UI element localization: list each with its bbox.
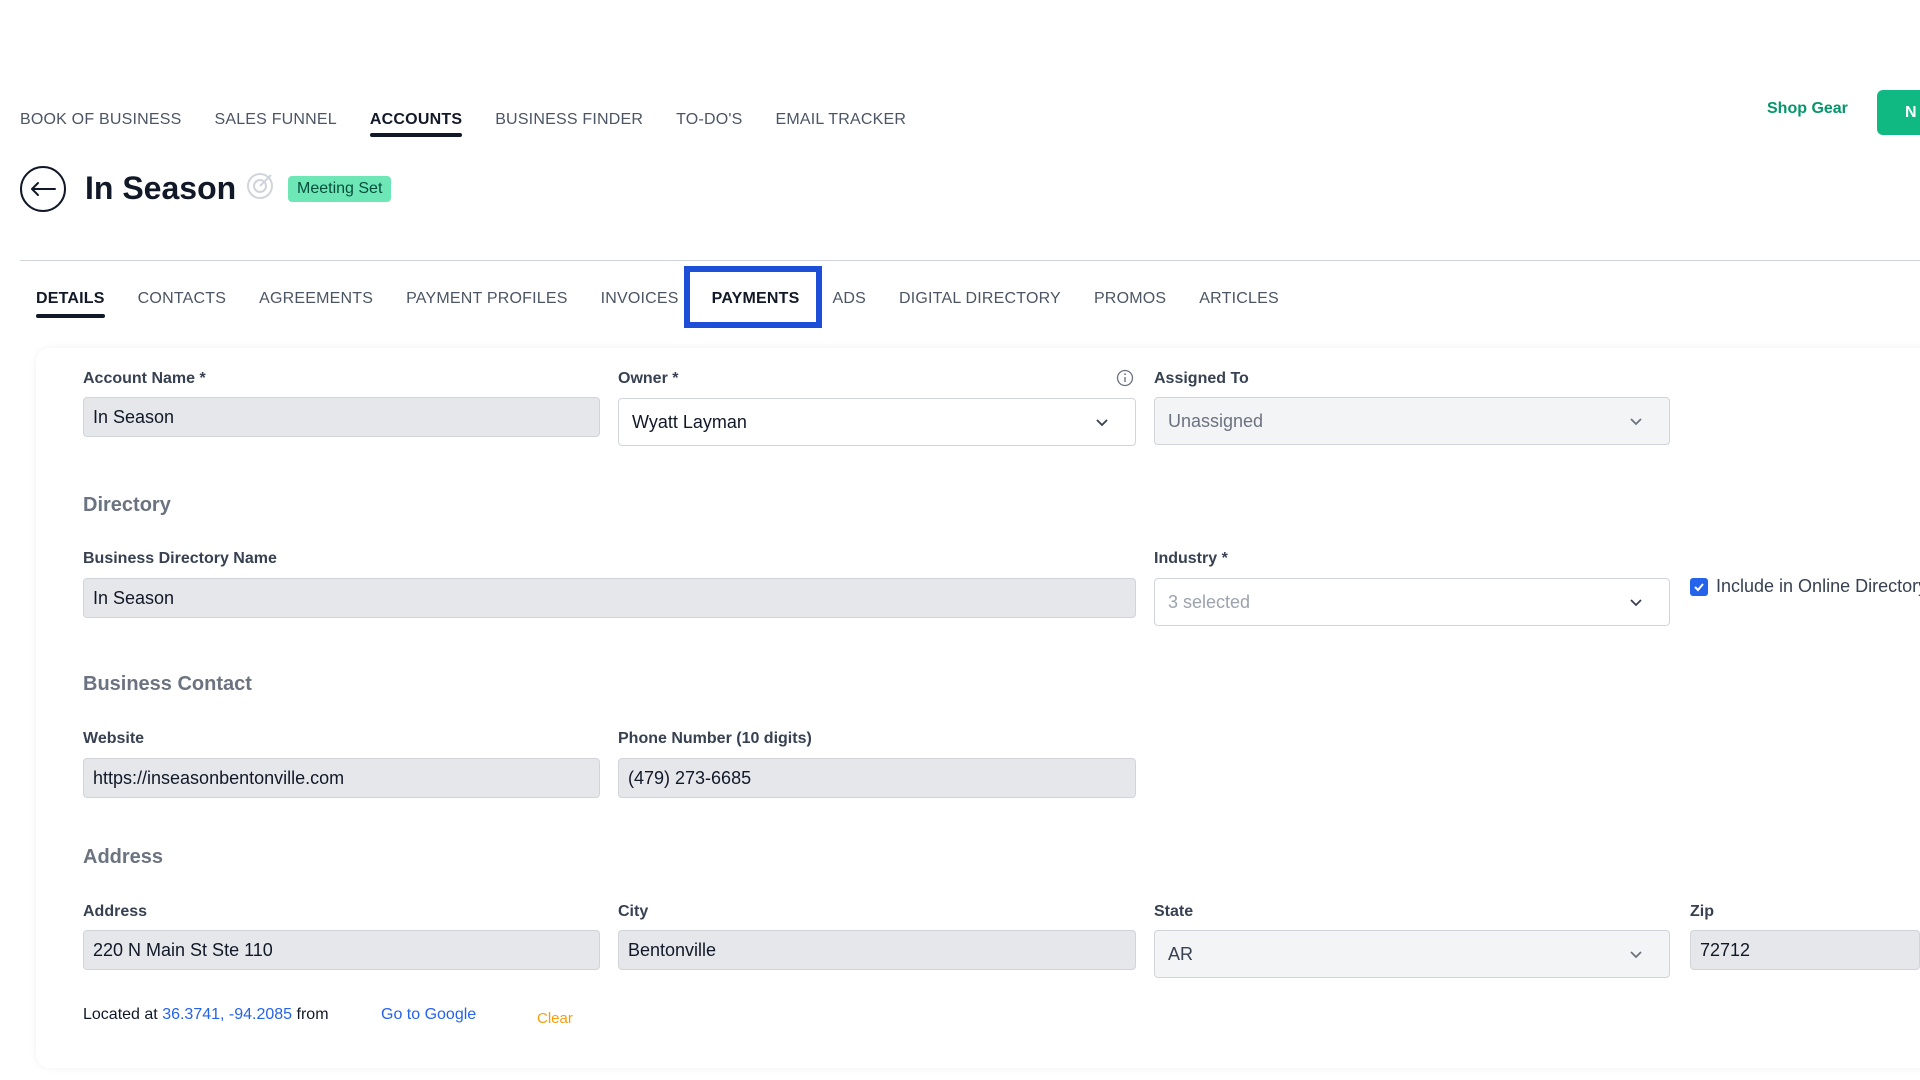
city-field[interactable]: Bentonville (618, 930, 1136, 970)
located-prefix: Located at (83, 1006, 158, 1023)
account-title: In Season (85, 170, 237, 206)
payments-tab-highlight (684, 266, 822, 328)
state-value: AR (1168, 943, 1194, 964)
arrow-left-icon (31, 182, 56, 196)
account-name-field[interactable]: In Season (83, 397, 600, 437)
tab-articles[interactable]: ARTICLES (1193, 280, 1285, 318)
chevron-down-icon (1630, 599, 1642, 607)
phone-label: Phone Number (10 digits) (618, 730, 812, 747)
new-button[interactable]: N (1877, 90, 1920, 135)
address-field[interactable]: 220 N Main St Ste 110 (83, 930, 600, 970)
owner-select[interactable]: Wyatt Layman (618, 398, 1136, 446)
shop-gear-link[interactable]: Shop Gear (1767, 100, 1848, 118)
tab-payment-profiles[interactable]: PAYMENT PROFILES (400, 280, 573, 318)
industry-label: Industry * (1154, 550, 1228, 567)
assigned-to-value: Unassigned (1168, 410, 1264, 431)
business-contact-heading: Business Contact (83, 673, 252, 695)
state-label: State (1154, 903, 1194, 920)
coordinates-link[interactable]: 36.3741, -94.2085 (162, 1006, 292, 1023)
zip-field[interactable]: 72712 (1690, 930, 1920, 970)
account-tabs: DETAILS CONTACTS AGREEMENTS PAYMENT PROF… (30, 280, 1306, 318)
tab-contacts[interactable]: CONTACTS (132, 280, 232, 318)
tab-ads[interactable]: ADS (826, 280, 872, 318)
chevron-down-icon (1630, 418, 1642, 426)
account-name-label: Account Name * (83, 370, 206, 387)
business-directory-name-field[interactable]: In Season (83, 578, 1136, 618)
city-label: City (618, 903, 649, 920)
header-divider (20, 260, 1920, 261)
website-field[interactable]: https://inseasonbentonville.com (83, 758, 600, 798)
tab-promos[interactable]: PROMOS (1088, 280, 1172, 318)
go-to-google-link[interactable]: Go to Google (381, 1006, 476, 1024)
nav-accounts[interactable]: ACCOUNTS (369, 102, 463, 138)
checkmark-icon (1694, 583, 1704, 592)
industry-select[interactable]: 3 selected (1154, 578, 1670, 626)
include-online-checkbox[interactable] (1690, 578, 1708, 596)
address-label: Address (83, 903, 148, 920)
chevron-down-icon (1096, 419, 1108, 427)
owner-value: Wyatt Layman (632, 411, 747, 432)
nav-business-finder[interactable]: BUSINESS FINDER (495, 102, 643, 138)
target-icon[interactable] (245, 171, 275, 201)
owner-label: Owner * (618, 370, 679, 387)
nav-sales-funnel[interactable]: SALES FUNNEL (214, 102, 336, 138)
assigned-to-label: Assigned To (1154, 370, 1249, 387)
nav-email-tracker[interactable]: EMAIL TRACKER (776, 102, 907, 138)
tab-details[interactable]: DETAILS (30, 280, 111, 318)
state-select[interactable]: AR (1154, 930, 1670, 978)
top-nav: BOOK OF BUSINESS SALES FUNNEL ACCOUNTS B… (20, 102, 939, 138)
assigned-to-select[interactable]: Unassigned (1154, 397, 1670, 445)
tab-agreements[interactable]: AGREEMENTS (253, 280, 379, 318)
tab-digital-directory[interactable]: DIGITAL DIRECTORY (893, 280, 1067, 318)
nav-book-of-business[interactable]: BOOK OF BUSINESS (20, 102, 181, 138)
chevron-down-icon (1630, 951, 1642, 959)
directory-heading: Directory (83, 494, 171, 516)
back-button[interactable] (20, 166, 66, 212)
info-icon[interactable] (1116, 369, 1134, 387)
address-heading: Address (83, 846, 164, 868)
phone-field[interactable]: (479) 273-6685 (618, 758, 1136, 798)
business-directory-name-label: Business Directory Name (83, 550, 277, 567)
located-from: from (296, 1006, 329, 1023)
website-label: Website (83, 730, 145, 747)
zip-label: Zip (1690, 903, 1714, 920)
nav-todos[interactable]: TO-DO'S (676, 102, 742, 138)
location-line: Located at 36.3741, -94.2085 from (83, 1006, 329, 1024)
clear-link[interactable]: Clear (537, 1010, 573, 1027)
status-badge: Meeting Set (288, 176, 392, 202)
tab-invoices[interactable]: INVOICES (595, 280, 685, 318)
include-online-label: Include in Online Directory (1716, 576, 1920, 596)
industry-value: 3 selected (1168, 591, 1251, 612)
